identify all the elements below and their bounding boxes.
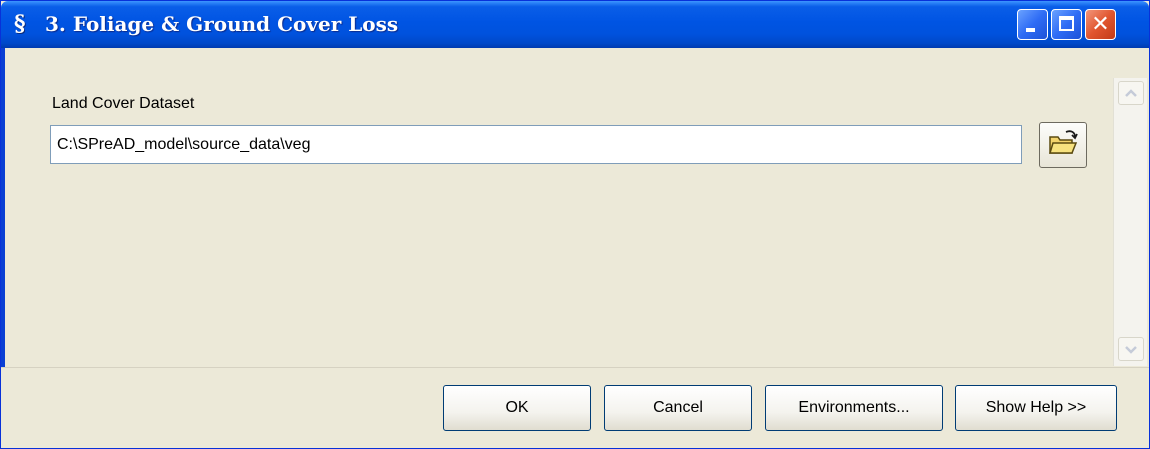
land-cover-dataset-input[interactable] — [50, 125, 1022, 164]
close-icon: ✕ — [1091, 12, 1110, 37]
scroll-up-arrow-icon — [1125, 89, 1137, 97]
open-folder-icon — [1048, 130, 1078, 154]
vertical-scrollbar[interactable] — [1113, 78, 1147, 366]
title-bar[interactable]: § 3. Foliage & Ground Cover Loss ✕ — [1, 1, 1149, 48]
scroll-down-button[interactable] — [1118, 337, 1144, 361]
dialog-window: § 3. Foliage & Ground Cover Loss ✕ Land … — [0, 0, 1150, 449]
model-tool-icon: § — [14, 11, 26, 37]
browse-button[interactable] — [1039, 122, 1087, 168]
minimize-icon — [1026, 28, 1035, 32]
minimize-button[interactable] — [1017, 9, 1048, 40]
close-button[interactable]: ✕ — [1085, 9, 1116, 40]
cancel-button[interactable]: Cancel — [604, 385, 752, 431]
scroll-down-arrow-icon — [1125, 346, 1137, 354]
maximize-button[interactable] — [1051, 9, 1082, 40]
scroll-up-button[interactable] — [1118, 81, 1144, 105]
ok-button[interactable]: OK — [443, 385, 591, 431]
show-help-button[interactable]: Show Help >> — [955, 385, 1117, 431]
maximize-icon — [1059, 16, 1074, 31]
window-title: 3. Foliage & Ground Cover Loss — [45, 12, 399, 36]
environments-button[interactable]: Environments... — [765, 385, 943, 431]
land-cover-dataset-label: Land Cover Dataset — [52, 95, 195, 112]
